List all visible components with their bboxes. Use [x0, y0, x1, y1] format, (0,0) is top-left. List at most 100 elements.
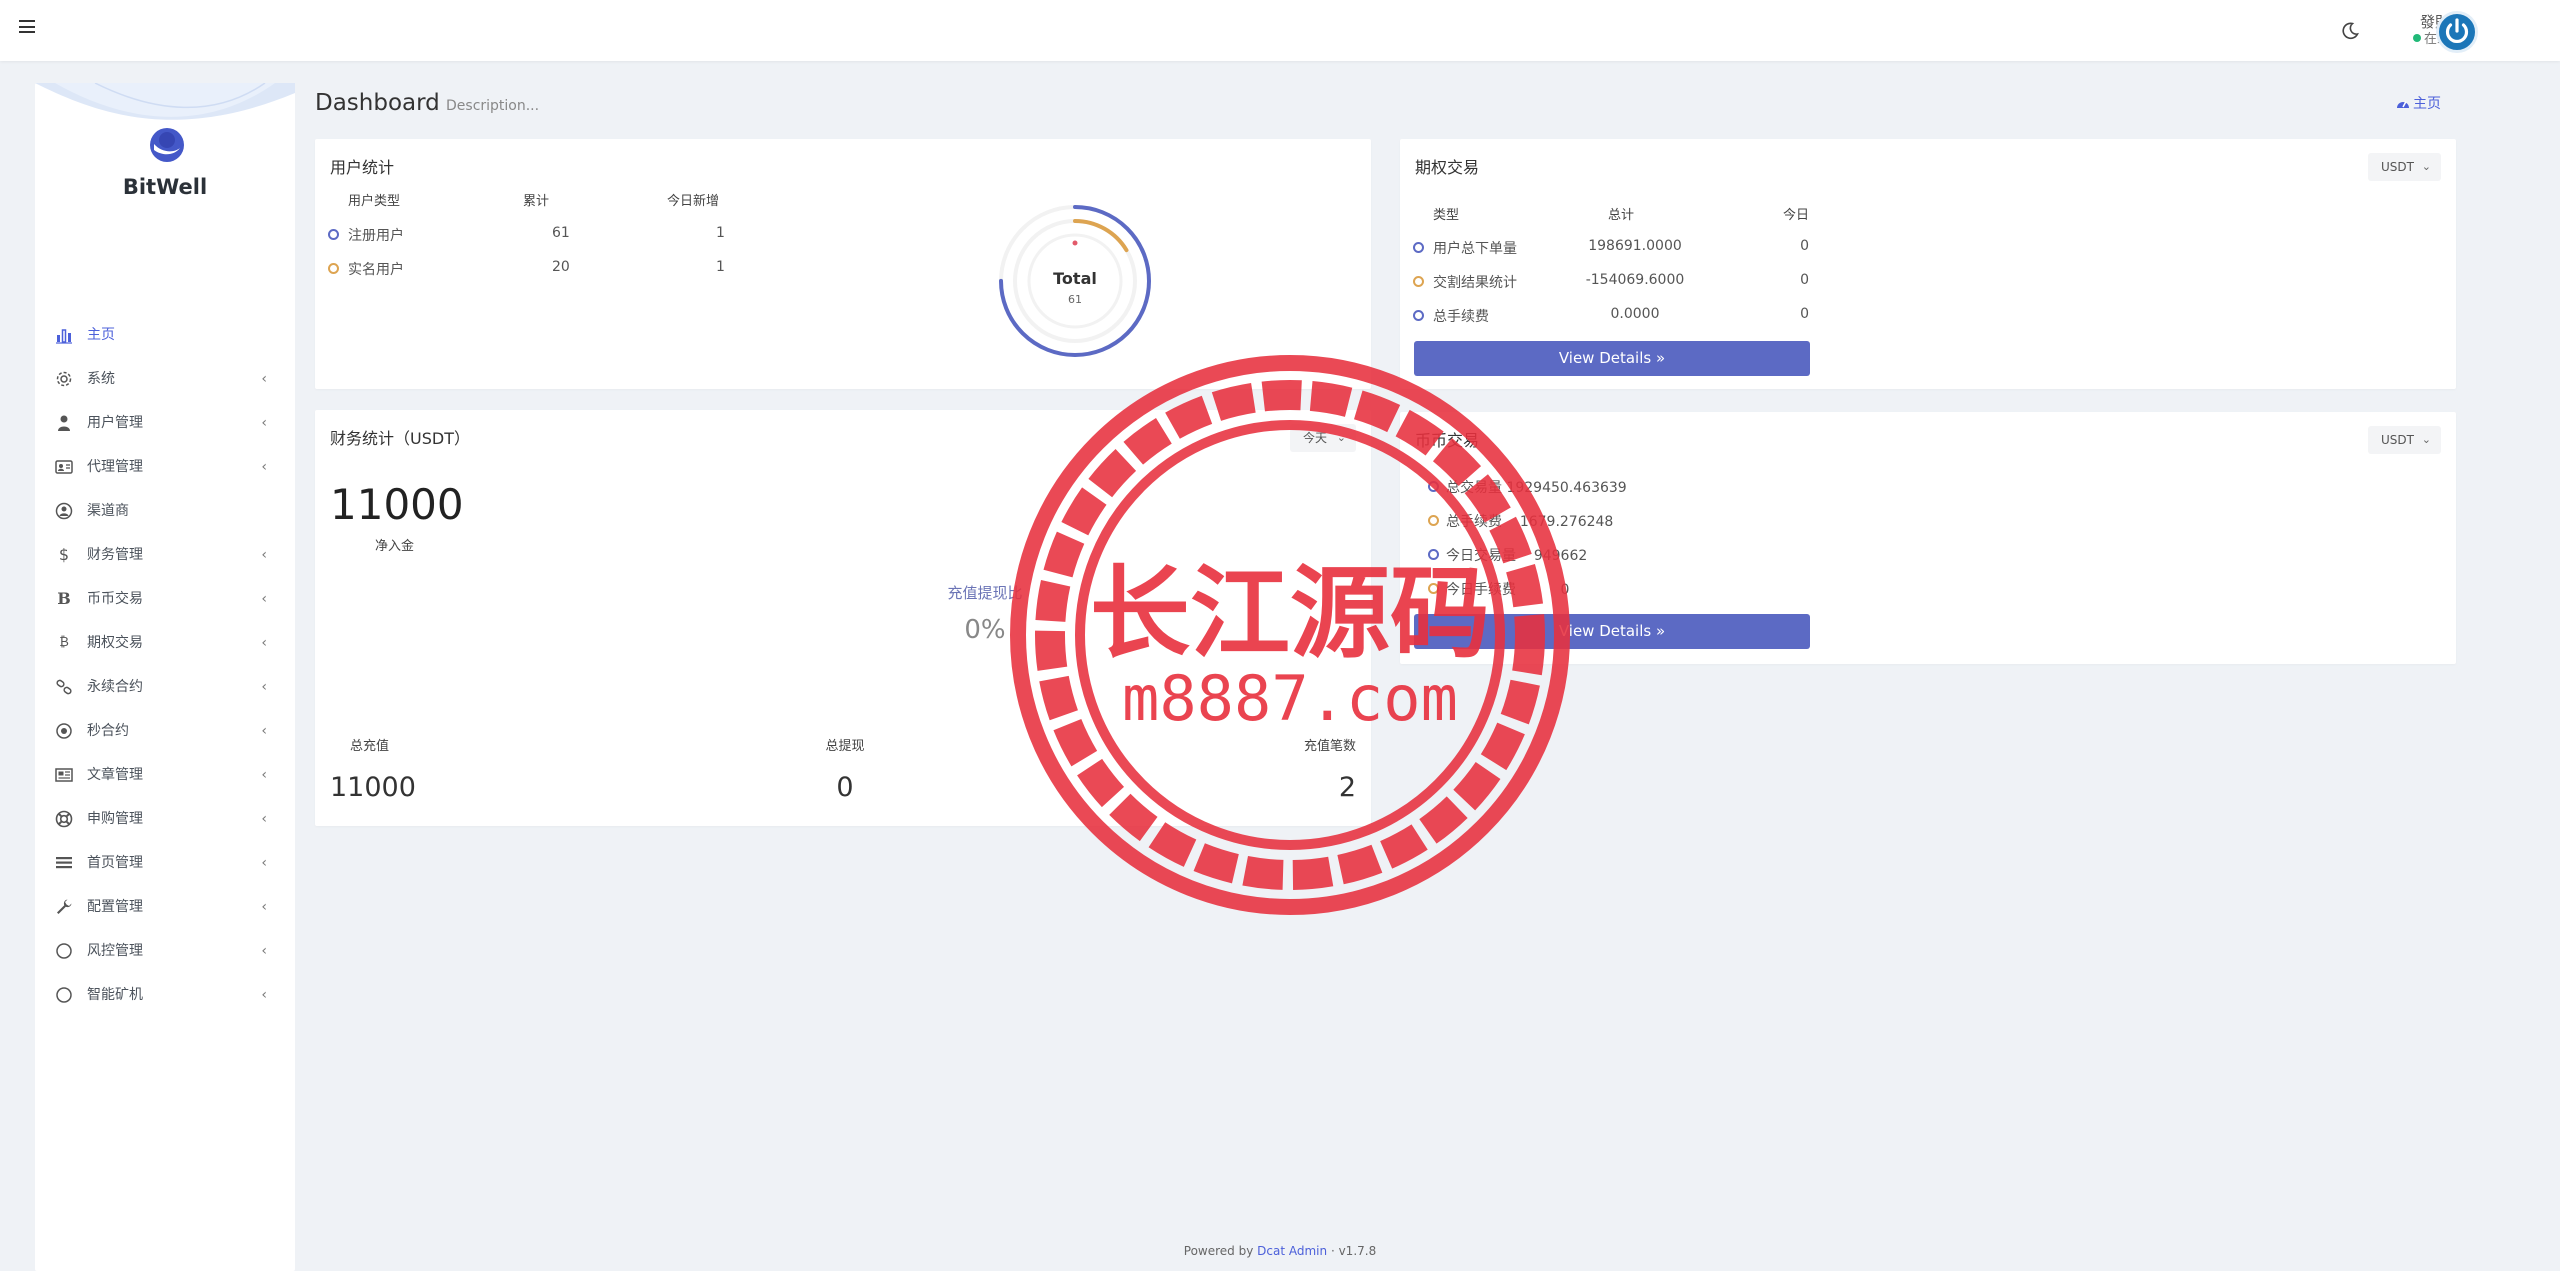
net-deposit-value: 11000 — [330, 480, 464, 529]
col-header-today: 今日 — [1782, 208, 1809, 223]
sidebar-item-risk[interactable]: 风控管理 ‹ — [35, 929, 295, 973]
col-header-type: 用户类型 — [348, 194, 401, 209]
col-header-type: 类型 — [1433, 208, 1460, 223]
chevron-left-icon: ‹ — [261, 371, 267, 387]
sidebar-item-label: 主页 — [87, 327, 115, 343]
avatar[interactable] — [2436, 11, 2478, 53]
donut-total-label: Total — [1053, 269, 1097, 288]
dollar-icon: $ — [58, 545, 70, 564]
options-view-details-button[interactable]: View Details » — [1414, 341, 1810, 376]
selected-currency: USDT — [2381, 160, 2414, 174]
row-type: 总手续费 — [1433, 309, 1489, 325]
legend-dot — [1428, 583, 1439, 594]
row-total: -154069.6000 — [1585, 272, 1685, 288]
menu-toggle-icon[interactable] — [19, 20, 35, 33]
brand-logo-icon — [150, 128, 184, 162]
sidebar-item-subscription[interactable]: 申购管理 ‹ — [35, 797, 295, 841]
lifebuoy-icon — [55, 810, 73, 828]
page-description: Description... — [446, 98, 540, 114]
sidebar-item-label: 代理管理 — [87, 459, 143, 475]
ratio-label: 充值提现比 — [947, 584, 1023, 602]
dark-mode-moon-icon[interactable] — [2340, 21, 2360, 41]
sidebar-item-label: 期权交易 — [87, 635, 143, 651]
user-stats-title: 用户统计 — [330, 158, 395, 177]
row-total: 61 — [552, 225, 570, 241]
ratio-value: 0% — [964, 615, 1006, 645]
row-today: 1 — [716, 225, 725, 241]
legend-dot — [1413, 310, 1424, 321]
row-today: 0 — [1800, 272, 1809, 288]
options-currency-select[interactable]: USDT ⌄ — [2368, 153, 2441, 181]
page-title: Dashboard — [315, 90, 440, 116]
finance-title: 财务统计（USDT） — [330, 429, 470, 448]
sidebar-item-agents[interactable]: 代理管理 ‹ — [35, 445, 295, 489]
sidebar-item-options[interactable]: ₿ 期权交易 ‹ — [35, 621, 295, 665]
circle-icon — [56, 987, 72, 1003]
chevron-left-icon: ‹ — [261, 679, 267, 695]
sidebar-item-label: 系统 — [87, 371, 115, 387]
sidebar-item-label: 秒合约 — [87, 723, 129, 739]
chevron-left-icon: ‹ — [261, 811, 267, 827]
row-total: 198691.0000 — [1588, 238, 1682, 254]
list-icon — [56, 857, 72, 869]
chevron-down-icon: ⌄ — [2421, 433, 2431, 446]
sidebar-item-home[interactable]: 主页 — [35, 313, 295, 357]
stat-label-deposit: 总充值 — [350, 739, 390, 754]
spot-row: 今日手续费 0 — [1446, 579, 1569, 599]
sidebar-item-channels[interactable]: 渠道商 — [35, 489, 295, 533]
user-stats-card: 用户统计 用户类型 累计 今日新增 注册用户 61 1 实名用户 20 1 To… — [315, 139, 1371, 389]
sidebar-item-finance[interactable]: $ 财务管理 ‹ — [35, 533, 295, 577]
chevron-left-icon: ‹ — [261, 987, 267, 1003]
footer-prefix: Powered by — [1183, 1244, 1254, 1258]
power-icon — [2445, 18, 2469, 44]
breadcrumb-home[interactable]: 主页 — [2413, 96, 2441, 112]
sidebar-item-mining[interactable]: 智能矿机 ‹ — [35, 973, 295, 1017]
chevron-left-icon: ‹ — [261, 723, 267, 739]
chevron-left-icon: ‹ — [261, 943, 267, 959]
legend-dot — [1413, 242, 1424, 253]
bitcoin-icon: ₿ — [59, 635, 69, 650]
sidebar-item-label: 文章管理 — [87, 767, 143, 783]
chevron-left-icon: ‹ — [261, 459, 267, 475]
chevron-down-icon: ⌄ — [2421, 160, 2431, 173]
finance-card: 财务统计（USDT） 今天 ⌄ 11000 净入金 充值提现比 0% 总充值 11… — [315, 410, 1371, 826]
row-today: 1 — [716, 259, 725, 275]
row-total: 0.0000 — [1610, 306, 1660, 322]
legend-dot-verified — [328, 263, 339, 274]
sidebar-item-homepage[interactable]: 首页管理 ‹ — [35, 841, 295, 885]
sidebar-item-system[interactable]: 系统 ‹ — [35, 357, 295, 401]
online-dot-icon — [2412, 34, 2421, 42]
wrench-icon — [57, 899, 72, 914]
finance-period-select[interactable]: 今天 ⌄ — [1290, 424, 1356, 452]
sidebar-item-articles[interactable]: 文章管理 ‹ — [35, 753, 295, 797]
footer: Powered by Dcat Admin · v1.7.8 — [0, 1244, 2560, 1258]
spot-title: 币币交易 — [1415, 431, 1480, 450]
circle-icon — [56, 943, 72, 959]
bar-chart-icon — [56, 329, 72, 344]
sidebar-item-spot[interactable]: B 币币交易 ‹ — [35, 577, 295, 621]
row-type: 实名用户 — [348, 262, 404, 278]
sidebar-item-second-contract[interactable]: 秒合约 ‹ — [35, 709, 295, 753]
footer-version: · v1.7.8 — [1330, 1244, 1377, 1258]
spot-view-details-button[interactable]: View Details » — [1414, 614, 1810, 649]
bitcoin-b-icon: B — [57, 589, 71, 608]
row-today: 0 — [1800, 238, 1809, 254]
footer-dcat-link[interactable]: Dcat Admin — [1257, 1244, 1327, 1258]
sidebar-item-label: 风控管理 — [87, 943, 143, 959]
spot-currency-select[interactable]: USDT ⌄ — [2368, 426, 2441, 454]
row-type: 用户总下单量 — [1433, 241, 1517, 257]
stat-label-withdraw: 总提现 — [825, 739, 865, 754]
sidebar-item-perpetual[interactable]: 永续合约 ‹ — [35, 665, 295, 709]
id-card-icon — [55, 460, 73, 474]
dashboard-gauge-icon — [2397, 101, 2409, 108]
chevron-left-icon: ‹ — [261, 899, 267, 915]
legend-dot — [1413, 276, 1424, 287]
chevron-left-icon: ‹ — [261, 591, 267, 607]
selected-period: 今天 — [1303, 431, 1328, 445]
breadcrumb[interactable]: 主页 — [2396, 93, 2441, 113]
sidebar-item-users[interactable]: 用户管理 ‹ — [35, 401, 295, 445]
chevron-left-icon: ‹ — [261, 415, 267, 431]
selected-currency: USDT — [2381, 433, 2414, 447]
sidebar-item-config[interactable]: 配置管理 ‹ — [35, 885, 295, 929]
sidebar-item-label: 配置管理 — [87, 899, 143, 915]
